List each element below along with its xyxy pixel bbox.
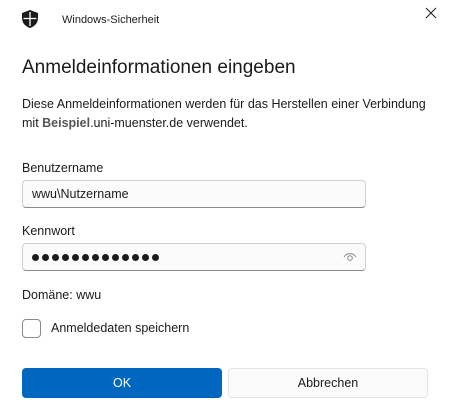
title-bar: Windows-Sicherheit — [0, 0, 450, 40]
password-mask — [32, 254, 162, 262]
window-title: Windows-Sicherheit — [62, 14, 160, 26]
password-dot — [132, 254, 139, 261]
username-field[interactable]: wwu\Nutzername — [22, 180, 366, 208]
username-label: Benutzername — [22, 161, 104, 175]
password-dot — [72, 254, 79, 261]
cancel-button[interactable]: Abbrechen — [228, 368, 428, 398]
password-dot — [112, 254, 119, 261]
password-dot — [102, 254, 109, 261]
password-dot — [32, 254, 39, 261]
password-label: Kennwort — [22, 224, 75, 238]
domain-text: Domäne: wwu — [22, 288, 102, 302]
eye-icon[interactable] — [343, 251, 357, 263]
password-dot — [152, 254, 159, 261]
username-value: wwu\Nutzername — [32, 187, 129, 201]
password-dot — [142, 254, 149, 261]
password-dot — [82, 254, 89, 261]
remember-label[interactable]: Anmeldedaten speichern — [51, 321, 189, 335]
dialog-description: Diese Anmeldeinformationen werden für da… — [22, 97, 426, 130]
remember-checkbox[interactable] — [22, 319, 41, 338]
dialog-heading: Anmeldeinformationen eingeben — [22, 57, 296, 78]
ok-button[interactable]: OK — [22, 368, 222, 398]
password-dot — [92, 254, 99, 261]
password-field[interactable] — [22, 243, 366, 271]
password-dot — [122, 254, 129, 261]
password-dot — [62, 254, 69, 261]
host-highlight: Beispiel — [42, 116, 91, 130]
close-icon[interactable] — [420, 2, 442, 24]
password-dot — [42, 254, 49, 261]
password-dot — [52, 254, 59, 261]
shield-icon — [22, 10, 38, 28]
